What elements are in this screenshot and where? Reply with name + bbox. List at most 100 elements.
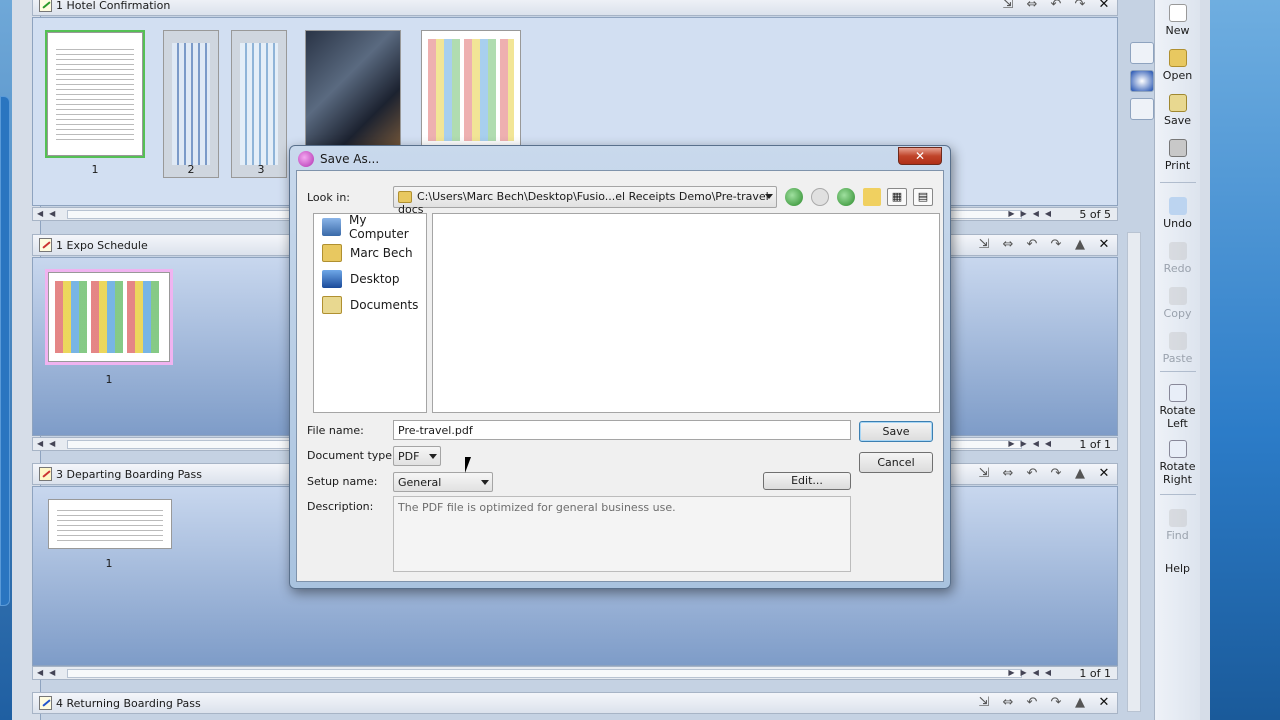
page-number: 3 — [257, 163, 265, 176]
rotate-left-button[interactable]: Rotate Left — [1155, 384, 1201, 430]
mouse-cursor-icon — [465, 457, 471, 473]
move-up-icon[interactable]: ▲ — [1073, 237, 1087, 252]
copy-icon — [1168, 287, 1187, 305]
undo-icon[interactable]: ↶ — [1025, 237, 1039, 252]
file-name-input[interactable]: Pre-travel.pdf — [393, 420, 851, 440]
page-thumbnail[interactable] — [231, 30, 287, 178]
documents-folder-icon — [322, 296, 342, 314]
paste-button[interactable]: Paste — [1155, 332, 1201, 365]
split-icon[interactable]: ⇲ — [977, 466, 991, 481]
group-header-hotel[interactable]: 1 Hotel Confirmation ⇲ ⇔ ↶ ↷ ✕ — [32, 0, 1118, 16]
merge-icon[interactable]: ⇔ — [1001, 237, 1015, 252]
page-nav-icons[interactable]: ▶▶◀◀ — [1008, 209, 1057, 218]
redo-icon[interactable]: ↷ — [1049, 695, 1063, 710]
group-scrollbar-departing[interactable]: ◀◀ ▶▶◀◀ 1 of 1 — [32, 666, 1118, 680]
close-icon[interactable]: ✕ — [1097, 695, 1111, 710]
up-folder-icon[interactable] — [837, 188, 855, 206]
document-icon — [39, 696, 52, 710]
app-logo-icon — [298, 151, 314, 167]
group-header-returning[interactable]: 4 Returning Boarding Pass ⇲ ⇔ ↶ ↷ ▲ ✕ — [32, 692, 1118, 714]
move-up-icon[interactable]: ▲ — [1073, 466, 1087, 481]
undo-icon[interactable]: ↶ — [1025, 466, 1039, 481]
save-button[interactable]: Save — [859, 421, 933, 442]
undo-icon[interactable]: ↶ — [1049, 0, 1063, 12]
page-thumbnail[interactable] — [48, 272, 170, 362]
paste-icon — [1168, 332, 1187, 350]
back-icon[interactable] — [785, 188, 803, 206]
merge-icon[interactable]: ⇔ — [1025, 0, 1039, 12]
thumbnail-view-icon[interactable] — [1130, 98, 1154, 120]
page-thumbnail[interactable] — [47, 32, 143, 156]
page-thumbnail[interactable] — [163, 30, 219, 178]
split-icon[interactable]: ⇲ — [1001, 0, 1015, 12]
merge-icon[interactable]: ⇔ — [1001, 695, 1015, 710]
photo-thumbnail[interactable] — [305, 30, 401, 154]
page-nav-icons[interactable]: ▶▶◀◀ — [1008, 668, 1057, 677]
redo-icon[interactable]: ↷ — [1073, 0, 1087, 12]
merge-icon[interactable]: ⇔ — [1001, 466, 1015, 481]
save-button[interactable]: Save — [1155, 94, 1201, 127]
place-desktop[interactable]: Desktop — [314, 266, 426, 292]
page-number: 1 — [105, 557, 113, 570]
redo-button[interactable]: Redo — [1155, 242, 1201, 275]
setup-name-select[interactable]: General — [393, 472, 493, 492]
close-icon[interactable]: ✕ — [1097, 237, 1111, 252]
page-number: 2 — [187, 163, 195, 176]
page-nav-icons[interactable]: ▶▶◀◀ — [1008, 439, 1057, 448]
group-title: 3 Departing Boarding Pass — [56, 467, 202, 481]
redo-icon[interactable]: ↷ — [1049, 466, 1063, 481]
undo-button[interactable]: Undo — [1155, 197, 1201, 230]
find-button[interactable]: Find — [1155, 509, 1201, 542]
printer-icon — [1168, 139, 1187, 157]
place-documents[interactable]: Documents — [314, 292, 426, 318]
dialog-title-bar[interactable]: Save As... — [298, 151, 379, 167]
forward-icon[interactable] — [811, 188, 829, 206]
scroll-track[interactable] — [67, 669, 1022, 678]
document-icon — [39, 0, 52, 12]
acrobat-icon[interactable] — [1130, 70, 1154, 92]
redo-icon[interactable]: ↷ — [1049, 237, 1063, 252]
page-count: 1 of 1 — [1079, 667, 1111, 680]
file-list[interactable] — [432, 213, 940, 413]
page-view-icon[interactable] — [1130, 42, 1154, 64]
split-icon[interactable]: ⇲ — [977, 695, 991, 710]
description-label: Description: — [307, 500, 374, 513]
list-view-icon[interactable]: ▦ — [887, 188, 907, 206]
close-icon[interactable]: ✕ — [1097, 466, 1111, 481]
place-my-computer[interactable]: My Computer — [314, 213, 426, 241]
copy-button[interactable]: Copy — [1155, 287, 1201, 320]
group-tools: ⇲ ⇔ ↶ ↷ ✕ — [1001, 0, 1111, 12]
page-thumbnail[interactable] — [421, 30, 521, 150]
open-button[interactable]: Open — [1155, 49, 1201, 82]
close-icon[interactable]: ✕ — [1097, 0, 1111, 12]
doc-type-select[interactable]: PDF — [393, 446, 441, 466]
look-in-combo[interactable]: C:\Users\Marc Bech\Desktop\Fusio...el Re… — [393, 186, 777, 216]
edit-button[interactable]: Edit... — [763, 472, 851, 490]
save-icon — [1168, 94, 1187, 112]
document-icon — [39, 238, 52, 252]
scroll-left-icon[interactable]: ◀◀ — [37, 209, 61, 218]
place-user[interactable]: Marc Bech — [314, 240, 426, 266]
move-up-icon[interactable]: ▲ — [1073, 695, 1087, 710]
scroll-left-icon[interactable]: ◀◀ — [37, 439, 61, 448]
scroll-left-icon[interactable]: ◀◀ — [37, 668, 61, 677]
page-number: 1 — [91, 163, 99, 176]
split-icon[interactable]: ⇲ — [977, 237, 991, 252]
desktop-sidebar-tab[interactable] — [0, 96, 10, 606]
print-button[interactable]: Print — [1155, 139, 1201, 172]
group-title: 1 Expo Schedule — [56, 238, 148, 252]
details-view-icon[interactable]: ▤ — [913, 188, 933, 206]
group-title: 4 Returning Boarding Pass — [56, 696, 201, 710]
cancel-button[interactable]: Cancel — [859, 452, 933, 473]
file-name-label: File name: — [307, 424, 364, 437]
rotate-right-button[interactable]: Rotate Right — [1155, 440, 1201, 486]
help-button[interactable]: Help — [1155, 562, 1201, 575]
vertical-scrollbar[interactable] — [1127, 232, 1141, 712]
description-text: The PDF file is optimized for general bu… — [393, 496, 851, 572]
close-button[interactable]: ✕ — [898, 147, 942, 165]
computer-icon — [322, 218, 342, 236]
new-button[interactable]: New — [1155, 4, 1201, 37]
undo-icon[interactable]: ↶ — [1025, 695, 1039, 710]
new-folder-icon[interactable] — [863, 188, 881, 206]
page-thumbnail[interactable] — [48, 499, 172, 549]
